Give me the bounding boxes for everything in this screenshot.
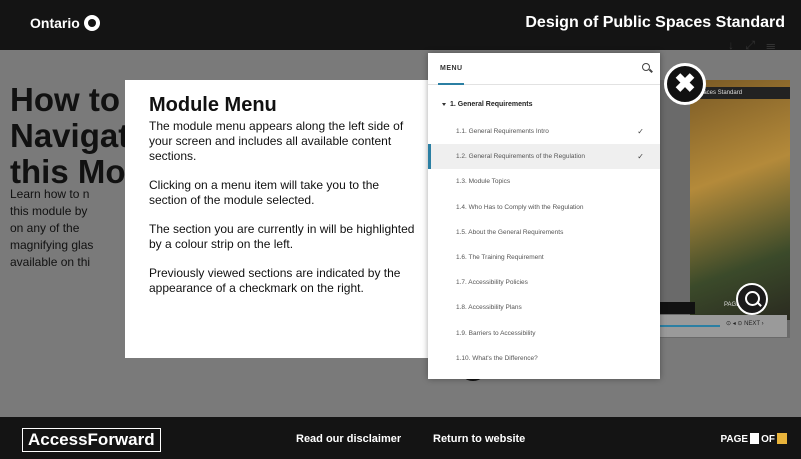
trillium-icon <box>83 15 100 31</box>
tooltip-paragraph: The module menu appears along the left s… <box>149 119 404 163</box>
menu-item-label: 1.10. What's the Difference? <box>456 354 538 362</box>
menu-item-label: 1.6. The Training Requirement <box>456 253 544 261</box>
background-description-line: available on thi <box>10 255 91 269</box>
tooltip-title: Module Menu <box>149 94 277 116</box>
menu-item-label: 1.1. General Requirements Intro <box>456 128 549 135</box>
top-bar: Ontario Design of Public Spaces Standard <box>0 0 801 50</box>
magnifying-glass-icon[interactable] <box>736 283 768 315</box>
menu-item[interactable]: 1.3. Module Topics <box>428 169 660 194</box>
menu-item-label: 1.8. Accessibility Plans <box>456 304 522 312</box>
menu-header: MENU <box>428 53 660 85</box>
ontario-wordmark: Ontario <box>30 15 80 31</box>
checkmark-icon: ✓ <box>637 152 644 162</box>
tooltip-paragraph: The section you are currently in will be… <box>149 222 415 251</box>
menu-item[interactable]: 1.5. About the General Requirements <box>428 220 660 245</box>
menu-item[interactable]: 1.6. The Training Requirement <box>428 245 660 270</box>
module-menu-panel: MENU 1. General Requirements 1.1. Genera… <box>428 53 660 379</box>
menu-item-label: 1.2. General Requirements of the Regulat… <box>456 153 585 161</box>
menu-item[interactable]: 1.10. What's the Difference? <box>428 346 660 371</box>
menu-item-label: 1.5. About the General Requirements <box>456 228 564 236</box>
menu-tab-underline <box>438 83 464 85</box>
chevron-down-icon <box>442 102 446 106</box>
page-label: PAGE <box>720 434 749 445</box>
page-indicator: PAGE OF <box>721 433 790 445</box>
close-button[interactable]: ✖ <box>664 63 706 105</box>
background-description-line: Learn how to n <box>10 187 90 201</box>
module-menu-tooltip: Module Menu The module menu appears alon… <box>125 80 435 358</box>
slide-photo <box>690 80 790 320</box>
tooltip-paragraph: Clicking on a menu item will take you to… <box>149 178 380 207</box>
background-description-line: magnifying glas <box>10 238 94 252</box>
menu-tab[interactable]: MENU <box>440 65 463 72</box>
menu-item[interactable]: 1.4. Who Has to Comply with the Regulati… <box>428 195 660 220</box>
background-heading: How to Navigat this Mo <box>10 82 129 190</box>
background-description-line: this module by <box>10 204 88 218</box>
return-to-website-link[interactable]: Return to website <box>433 433 525 445</box>
tooltip-paragraph: Previously viewed sections are indicated… <box>149 266 401 295</box>
menu-item[interactable]: 1.1. General Requirements Intro ✓ <box>428 119 660 144</box>
background-heading-line: Navigat <box>10 117 130 154</box>
accessforward-logo[interactable]: AccessForward <box>22 428 161 452</box>
background-description-line: on any of the <box>10 221 80 235</box>
player-controls[interactable]: ⊙ ◂ ⊙ NEXT › <box>726 320 764 327</box>
background-description: Learn how to n this module by on any of … <box>10 186 130 271</box>
menu-item[interactable]: 1.8. Accessibility Plans <box>428 295 660 320</box>
menu-item-label: 1.4. Who Has to Comply with the Regulati… <box>456 203 584 211</box>
menu-section-general-requirements[interactable]: 1. General Requirements <box>442 101 532 108</box>
menu-item[interactable]: 1.9. Barriers to Accessibility <box>428 321 660 346</box>
background-heading-line: How to <box>10 81 120 118</box>
menu-section-label: 1. General Requirements <box>450 101 533 108</box>
menu-item-list: 1.1. General Requirements Intro ✓ 1.2. Gen… <box>428 119 660 371</box>
footer-bar: AccessForward Read our disclaimer Return… <box>0 417 801 459</box>
background-heading-line: this Mo <box>10 153 126 190</box>
checkmark-icon: ✓ <box>637 127 644 136</box>
ontario-logo[interactable]: Ontario <box>30 15 100 31</box>
player-toolbar-icons[interactable]: ↓ ⤢ ☰ <box>728 38 779 53</box>
menu-item[interactable]: 1.7. Accessibility Policies <box>428 270 660 295</box>
menu-item[interactable]: 1.2. General Requirements of the Regulat… <box>428 144 660 170</box>
current-page-box <box>750 433 760 444</box>
menu-item-label: 1.7. Accessibility Policies <box>456 279 528 287</box>
menu-item-label: 1.9. Barriers to Accessibility <box>456 329 536 337</box>
of-label: OF <box>761 434 775 445</box>
search-icon[interactable] <box>642 63 650 71</box>
menu-item-label: 1.3. Module Topics <box>456 178 511 186</box>
course-title: Design of Public Spaces Standard <box>525 14 785 31</box>
total-pages-box <box>777 433 787 444</box>
disclaimer-link[interactable]: Read our disclaimer <box>296 433 401 445</box>
